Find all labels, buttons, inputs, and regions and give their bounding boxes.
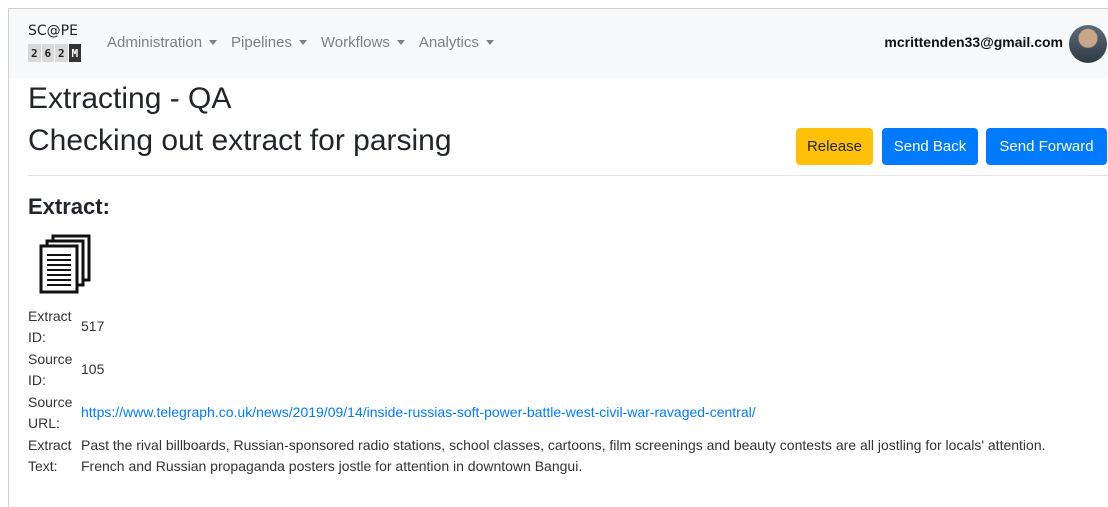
navbar: SC@PE 2 6 2 M Administration Pipelines W… [9, 9, 1108, 78]
caret-down-icon [298, 40, 307, 45]
send-back-button[interactable]: Send Back [882, 128, 978, 165]
source-id-value: 105 [81, 361, 105, 377]
label-line: Extract [28, 437, 72, 453]
avatar[interactable] [1069, 25, 1107, 63]
menu-workflows[interactable]: Workflows [321, 34, 405, 51]
label-line: Source [28, 351, 73, 367]
menu-pipelines[interactable]: Pipelines [231, 34, 307, 51]
extract-id-label: Extract ID: [28, 306, 78, 348]
send-forward-button[interactable]: Send Forward [986, 128, 1107, 165]
logo-bottom-text: 2 6 2 M [28, 44, 82, 62]
source-id-label: Source ID: [28, 349, 78, 391]
logo-char: M [68, 44, 81, 62]
label-line: ID: [28, 372, 46, 388]
logo-char: 2 [55, 44, 68, 62]
caret-down-icon [209, 40, 218, 45]
main-menu: Administration Pipelines Workflows Analy… [107, 34, 508, 51]
label-line: Text: [28, 458, 58, 474]
user-email[interactable]: mcrittenden33@gmail.com [884, 34, 1063, 50]
page-frame: SC@PE 2 6 2 M Administration Pipelines W… [8, 8, 1108, 507]
source-url-link-wrap: https://www.telegraph.co.uk/news/2019/09… [81, 402, 756, 423]
extract-id-value: 517 [81, 318, 105, 334]
menu-administration[interactable]: Administration [107, 34, 218, 51]
menu-label: Pipelines [231, 34, 292, 51]
documents-icon [39, 234, 91, 294]
caret-down-icon [485, 40, 494, 45]
caret-down-icon [396, 40, 405, 45]
label-line: ID: [28, 329, 46, 345]
menu-label: Workflows [320, 34, 390, 51]
label-line: Extract [28, 308, 72, 324]
logo-char: 2 [28, 44, 41, 62]
page-title: Extracting - QA [28, 82, 232, 115]
label-line: URL: [28, 415, 60, 431]
extract-heading: Extract: [28, 194, 110, 219]
extract-text-value: Past the rival billboards, Russian-spons… [81, 437, 1046, 474]
extract-text-label: Extract Text: [28, 435, 78, 477]
menu-label: Administration [107, 34, 203, 51]
logo-top-text: SC@PE [28, 23, 78, 39]
page-subtitle: Checking out extract for parsing [28, 124, 452, 157]
scope-logo[interactable]: SC@PE 2 6 2 M [28, 22, 82, 66]
logo-char: 6 [41, 44, 54, 62]
menu-label: Analytics [418, 34, 479, 51]
menu-analytics[interactable]: Analytics [419, 34, 494, 51]
release-button[interactable]: Release [796, 128, 873, 165]
source-url-label: Source URL: [28, 392, 78, 434]
divider [28, 175, 1108, 176]
label-line: Source [28, 394, 73, 410]
source-url-link[interactable]: https://www.telegraph.co.uk/news/2019/09… [81, 404, 756, 420]
